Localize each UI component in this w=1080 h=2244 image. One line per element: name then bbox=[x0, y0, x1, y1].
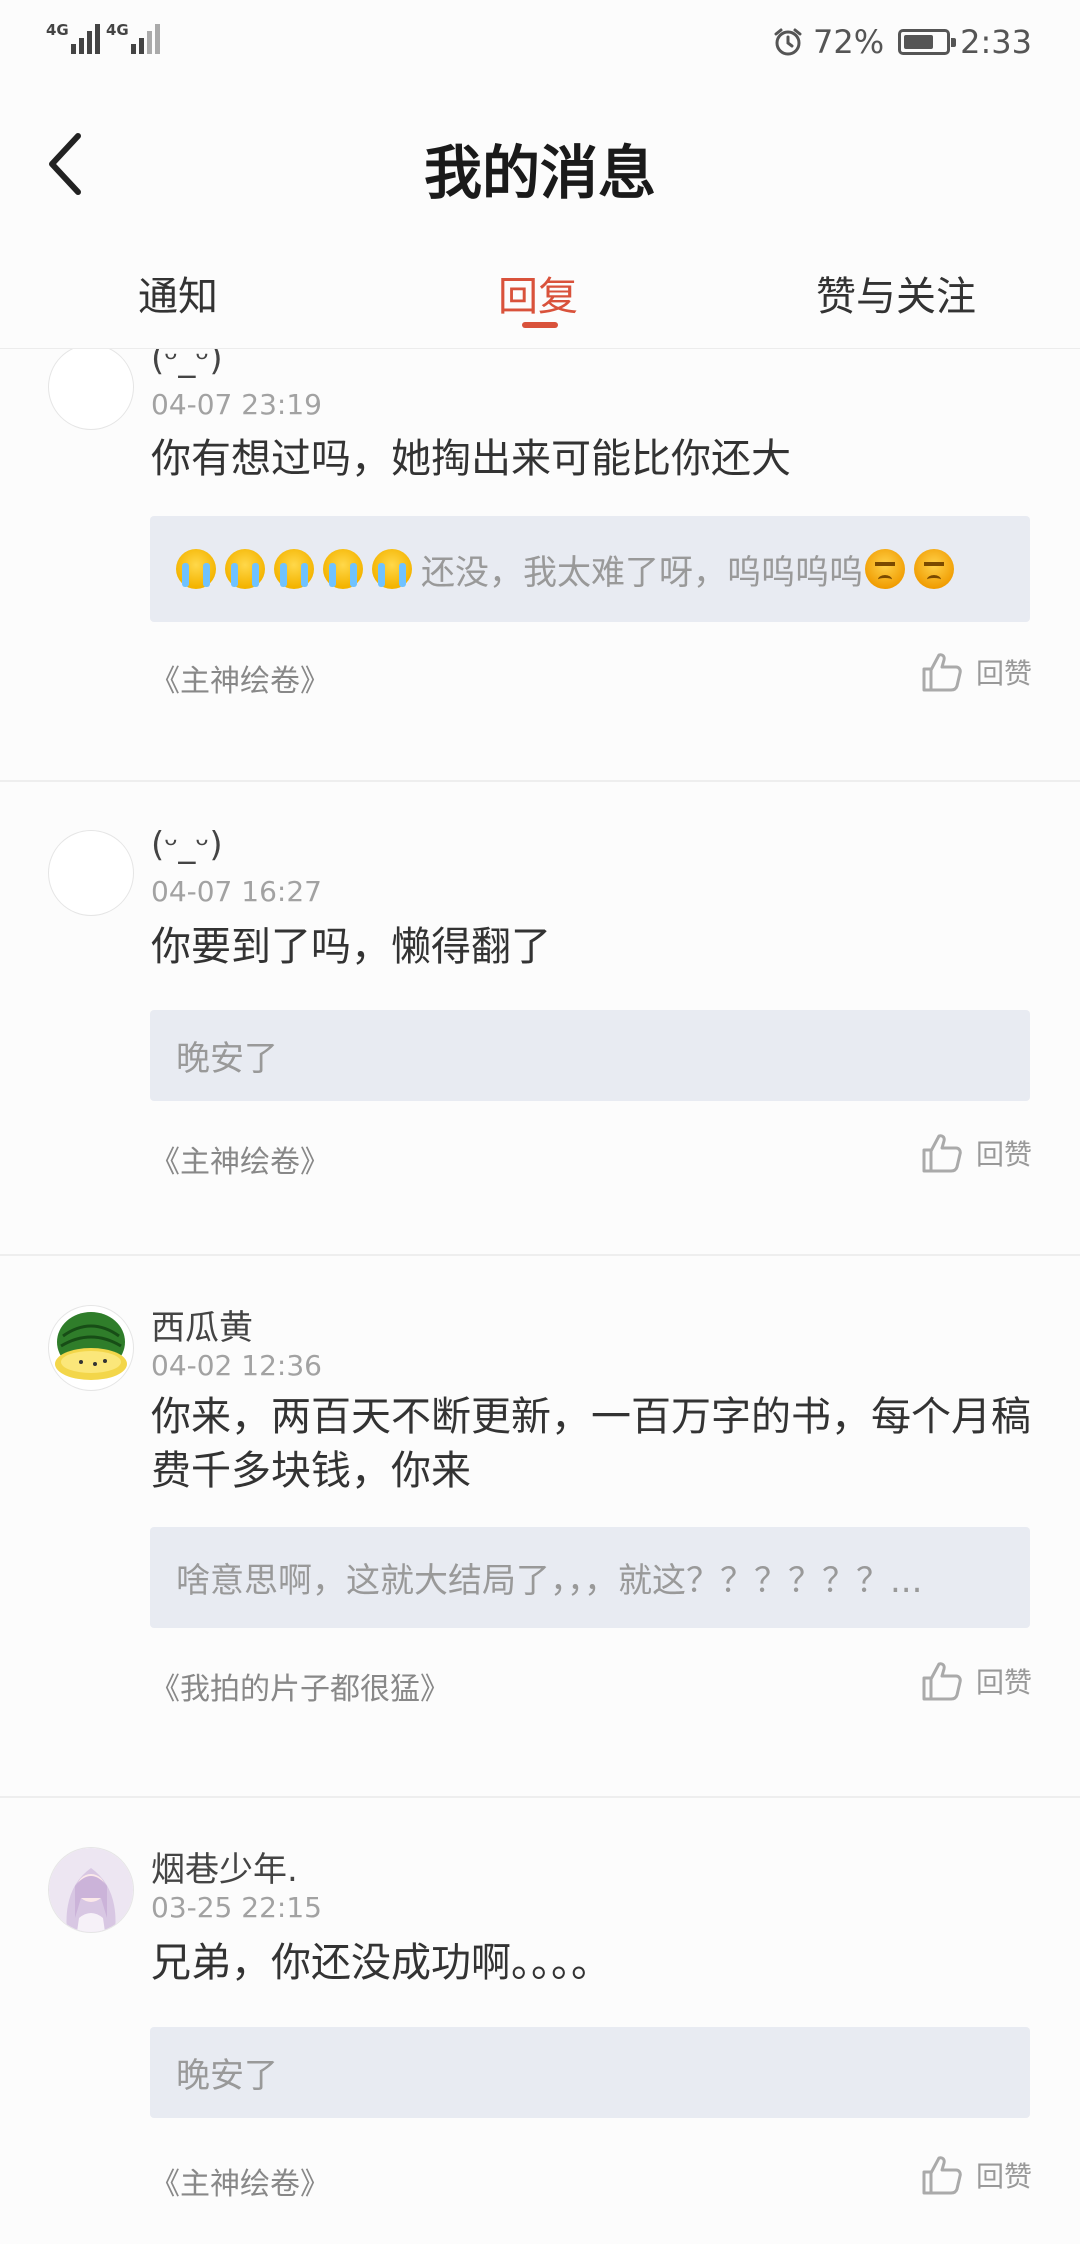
quoted-reply[interactable]: 晚安了 bbox=[150, 2027, 1030, 2118]
battery-percent: 72% bbox=[813, 23, 885, 61]
timestamp: 04-07 23:19 bbox=[151, 388, 322, 421]
active-tab-indicator bbox=[522, 322, 558, 328]
tab-notifications[interactable]: 通知 bbox=[138, 264, 218, 322]
tab-bar: 通知 回复 赞与关注 bbox=[0, 234, 1080, 349]
book-title[interactable]: 《主神绘卷》 bbox=[150, 2159, 330, 2203]
username[interactable]: (ᵕ_ᵕ) bbox=[151, 349, 223, 379]
quoted-reply[interactable]: 还没，我太难了呀，呜呜呜呜 bbox=[150, 516, 1030, 622]
list-item[interactable]: (ᵕ_ᵕ) 04-07 16:27 你要到了吗，懒得翻了 晚安了 《主神绘卷》 … bbox=[0, 780, 1080, 1256]
timestamp: 04-07 16:27 bbox=[151, 875, 322, 908]
quote-text: 还没，我太难了呀，呜呜呜呜 bbox=[421, 552, 863, 593]
angry-emoji-icon bbox=[914, 549, 954, 589]
network-type-label: 4G bbox=[46, 21, 69, 39]
quote-text: 啥意思啊，这就大结局了，，，就这？？？？？？... bbox=[176, 1561, 923, 1601]
avatar[interactable] bbox=[48, 830, 134, 916]
like-back-label: 回赞 bbox=[975, 1138, 1032, 1171]
avatar[interactable] bbox=[48, 1305, 134, 1391]
signal-icon: 4G bbox=[106, 22, 160, 54]
thumbs-up-icon bbox=[922, 1662, 962, 1701]
thumbs-up-icon bbox=[922, 1134, 962, 1173]
alarm-icon bbox=[774, 28, 802, 56]
crying-emoji-icon bbox=[176, 549, 216, 589]
avatar[interactable] bbox=[48, 1847, 134, 1933]
timestamp: 04-02 12:36 bbox=[151, 1349, 322, 1382]
message-content[interactable]: 兄弟，你还没成功啊。。。。 bbox=[151, 1936, 1031, 1990]
crying-emoji-icon bbox=[274, 549, 314, 589]
thumbs-up-icon bbox=[922, 653, 962, 692]
signal-icon: 4G bbox=[46, 22, 100, 54]
network-type-label: 4G bbox=[106, 21, 129, 39]
book-title[interactable]: 《我拍的片子都很猛》 bbox=[150, 1664, 450, 1708]
quote-text: 晚安了 bbox=[176, 2056, 278, 2096]
crying-emoji-icon bbox=[225, 549, 265, 589]
header: 我的消息 bbox=[0, 84, 1080, 234]
timestamp: 03-25 22:15 bbox=[151, 1891, 322, 1924]
list-item[interactable]: 烟巷少年. 03-25 22:15 兄弟，你还没成功啊。。。。 晚安了 《主神绘… bbox=[0, 1797, 1080, 2244]
like-back-button[interactable]: 回赞 bbox=[920, 650, 1032, 694]
like-back-button[interactable]: 回赞 bbox=[920, 1659, 1032, 1703]
book-title[interactable]: 《主神绘卷》 bbox=[150, 656, 330, 700]
message-content[interactable]: 你来，两百天不断更新，一百万字的书，每个月稿费千多块钱，你来 bbox=[151, 1390, 1031, 1498]
battery-icon bbox=[898, 29, 957, 55]
message-content[interactable]: 你有想过吗，她掏出来可能比你还大 bbox=[151, 432, 1031, 486]
quoted-reply[interactable]: 晚安了 bbox=[150, 1010, 1030, 1101]
thumbs-up-icon bbox=[922, 2156, 962, 2195]
like-back-label: 回赞 bbox=[975, 657, 1032, 690]
crying-emoji-icon bbox=[372, 549, 412, 589]
quoted-reply[interactable]: 啥意思啊，这就大结局了，，，就这？？？？？？... bbox=[150, 1527, 1030, 1628]
like-back-label: 回赞 bbox=[975, 1666, 1032, 1699]
list-item[interactable]: (ᵕ_ᵕ) 04-07 23:19 你有想过吗，她掏出来可能比你还大 还没，我太… bbox=[0, 349, 1080, 782]
message-list[interactable]: (ᵕ_ᵕ) 04-07 23:19 你有想过吗，她掏出来可能比你还大 还没，我太… bbox=[0, 349, 1080, 2244]
username[interactable]: 西瓜黄 bbox=[151, 1300, 253, 1349]
crying-emoji-icon bbox=[323, 549, 363, 589]
message-content[interactable]: 你要到了吗，懒得翻了 bbox=[151, 920, 1031, 974]
watermelon-avatar-image bbox=[55, 1312, 127, 1380]
username[interactable]: 烟巷少年. bbox=[151, 1842, 298, 1891]
quote-text: 晚安了 bbox=[176, 1039, 278, 1079]
status-bar: 4G 4G 72% 2:33 bbox=[0, 0, 1080, 84]
anime-girl-avatar-image bbox=[49, 1848, 133, 1932]
clock: 2:33 bbox=[960, 23, 1032, 61]
avatar[interactable] bbox=[48, 349, 134, 430]
like-back-button[interactable]: 回赞 bbox=[920, 1131, 1032, 1175]
tab-replies[interactable]: 回复 bbox=[498, 264, 578, 322]
like-back-button[interactable]: 回赞 bbox=[920, 2153, 1032, 2197]
battery-level-fill bbox=[904, 35, 934, 49]
page-title: 我的消息 bbox=[423, 139, 656, 207]
username[interactable]: (ᵕ_ᵕ) bbox=[151, 825, 223, 865]
list-item[interactable]: 西瓜黄 04-02 12:36 你来，两百天不断更新，一百万字的书，每个月稿费千… bbox=[0, 1255, 1080, 1798]
like-back-label: 回赞 bbox=[975, 2160, 1032, 2193]
angry-emoji-icon bbox=[865, 549, 905, 589]
book-title[interactable]: 《主神绘卷》 bbox=[150, 1137, 330, 1181]
tab-likes-follows[interactable]: 赞与关注 bbox=[816, 264, 976, 322]
